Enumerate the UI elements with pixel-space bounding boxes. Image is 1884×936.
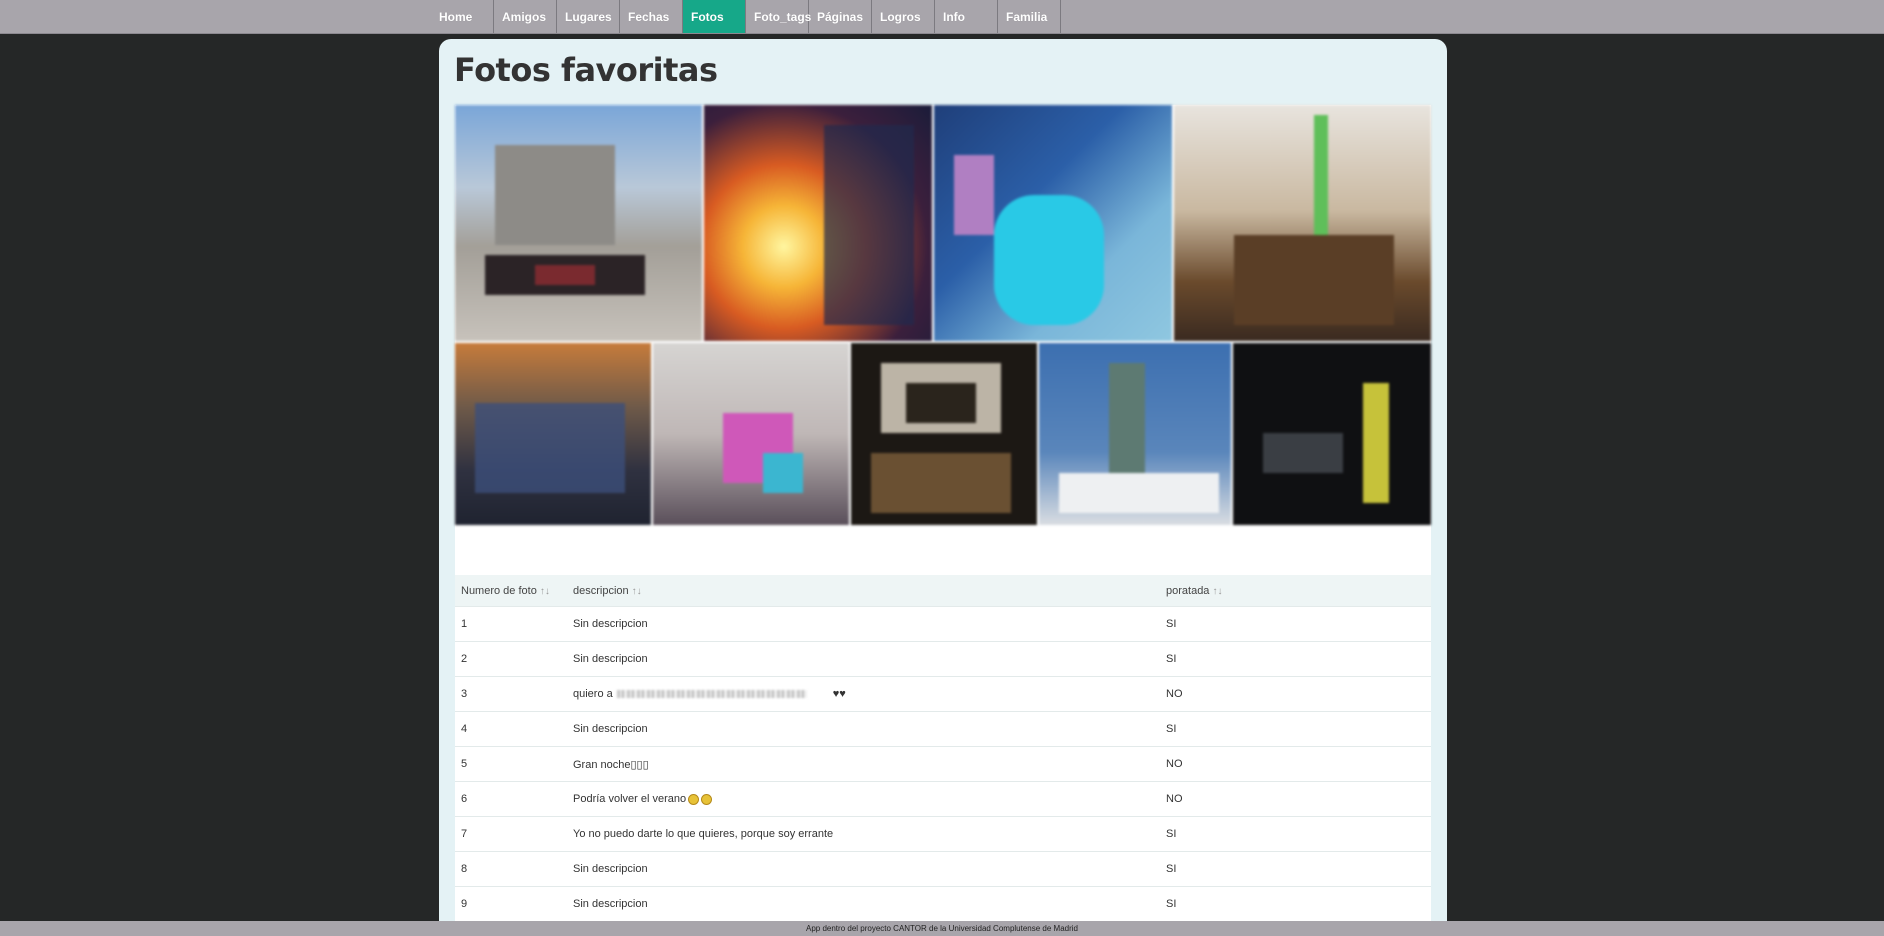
smiley-emoji-icon	[701, 793, 713, 805]
table-row: 5 Gran noche▯▯▯ NO	[455, 746, 1431, 782]
table-row: 9 Sin descripcion SI	[455, 886, 1431, 921]
footer: App dentro del proyecto CANTOR de la Uni…	[0, 921, 1884, 936]
cell-descripcion: quiero a ♥♥	[567, 676, 1160, 712]
nav-item-lugares[interactable]: Lugares	[557, 0, 620, 33]
cell-numero: 3	[455, 676, 567, 712]
cell-portada: NO	[1160, 676, 1431, 712]
sort-icon[interactable]: ↑↓	[632, 586, 642, 597]
photo-collage	[455, 105, 1431, 603]
table-header-row: Numero de foto ↑↓ descripcion ↑↓ poratada ↑…	[455, 575, 1431, 607]
table-row: 8 Sin descripcion SI	[455, 851, 1431, 887]
table-row: 7 Yo no puedo darte lo que quieres, porq…	[455, 816, 1431, 852]
cell-descripcion: Sin descripcion	[567, 851, 1160, 887]
photo-thumbnail[interactable]	[851, 343, 1037, 525]
sort-icon[interactable]: ↑↓	[540, 586, 550, 597]
cell-numero: 5	[455, 746, 567, 782]
photo-thumbnail[interactable]	[455, 105, 702, 341]
nav-item-logros[interactable]: Logros	[872, 0, 935, 33]
cell-descripcion: Podría volver el verano	[567, 781, 1160, 817]
nav-item-paginas[interactable]: Páginas	[809, 0, 872, 33]
photos-table: Numero de foto ↑↓ descripcion ↑↓ poratada ↑…	[455, 575, 1431, 921]
table-row: 1 Sin descripcion SI	[455, 606, 1431, 642]
cell-portada: SI	[1160, 886, 1431, 921]
photo-thumbnail[interactable]	[934, 105, 1172, 341]
table-row: 2 Sin descripcion SI	[455, 641, 1431, 677]
page-title: Fotos favoritas	[454, 51, 718, 89]
sort-icon[interactable]: ↑↓	[1212, 586, 1222, 597]
nav-item-fotos[interactable]: Fotos	[683, 0, 746, 33]
table-row: 4 Sin descripcion SI	[455, 711, 1431, 747]
cell-portada: SI	[1160, 606, 1431, 642]
nav-item-info[interactable]: Info	[935, 0, 998, 33]
cell-descripcion: Sin descripcion	[567, 606, 1160, 642]
cell-numero: 2	[455, 641, 567, 677]
cell-descripcion: Sin descripcion	[567, 886, 1160, 921]
cell-portada: SI	[1160, 851, 1431, 887]
main-panel: Fotos favoritas Numero de foto ↑↓ descri…	[439, 39, 1447, 936]
redacted-text	[616, 690, 807, 699]
cell-portada: SI	[1160, 641, 1431, 677]
cell-portada: SI	[1160, 711, 1431, 747]
cell-descripcion: Sin descripcion	[567, 641, 1160, 677]
nav-item-familia[interactable]: Familia	[998, 0, 1061, 33]
nav-item-home[interactable]: Home	[431, 0, 494, 33]
photos-table-container: Numero de foto ↑↓ descripcion ↑↓ poratada ↑…	[455, 575, 1431, 921]
table-row: 6 Podría volver el verano NO	[455, 781, 1431, 817]
header-numero-foto[interactable]: Numero de foto ↑↓	[455, 575, 567, 607]
cell-portada: NO	[1160, 746, 1431, 782]
cell-descripcion: Yo no puedo darte lo que quieres, porque…	[567, 816, 1160, 852]
table-row: 3 quiero a ♥♥ NO	[455, 676, 1431, 712]
cell-descripcion: Gran noche▯▯▯	[567, 746, 1160, 782]
cell-numero: 8	[455, 851, 567, 887]
cell-portada: NO	[1160, 781, 1431, 817]
header-portada[interactable]: poratada ↑↓	[1160, 575, 1431, 607]
photo-thumbnail[interactable]	[653, 343, 849, 525]
cell-numero: 4	[455, 711, 567, 747]
cell-numero: 1	[455, 606, 567, 642]
photo-thumbnail[interactable]	[704, 105, 932, 341]
nav-menu: Home Amigos Lugares Fechas Fotos Foto_ta…	[431, 0, 1061, 33]
nav-item-fechas[interactable]: Fechas	[620, 0, 683, 33]
cell-descripcion: Sin descripcion	[567, 711, 1160, 747]
nav-item-amigos[interactable]: Amigos	[494, 0, 557, 33]
photo-thumbnail[interactable]	[1039, 343, 1231, 525]
footer-text: App dentro del proyecto CANTOR de la Uni…	[806, 924, 1078, 933]
nav-item-foto-tags[interactable]: Foto_tags	[746, 0, 811, 33]
photo-thumbnail[interactable]	[1174, 105, 1431, 341]
header-descripcion[interactable]: descripcion ↑↓	[567, 575, 1160, 607]
cell-numero: 9	[455, 886, 567, 921]
cell-numero: 6	[455, 781, 567, 817]
photo-thumbnail[interactable]	[455, 343, 651, 525]
cell-portada: SI	[1160, 816, 1431, 852]
smiley-emoji-icon	[688, 793, 700, 805]
top-navigation: Home Amigos Lugares Fechas Fotos Foto_ta…	[0, 0, 1884, 34]
cell-numero: 7	[455, 816, 567, 852]
photo-thumbnail[interactable]	[1233, 343, 1431, 525]
